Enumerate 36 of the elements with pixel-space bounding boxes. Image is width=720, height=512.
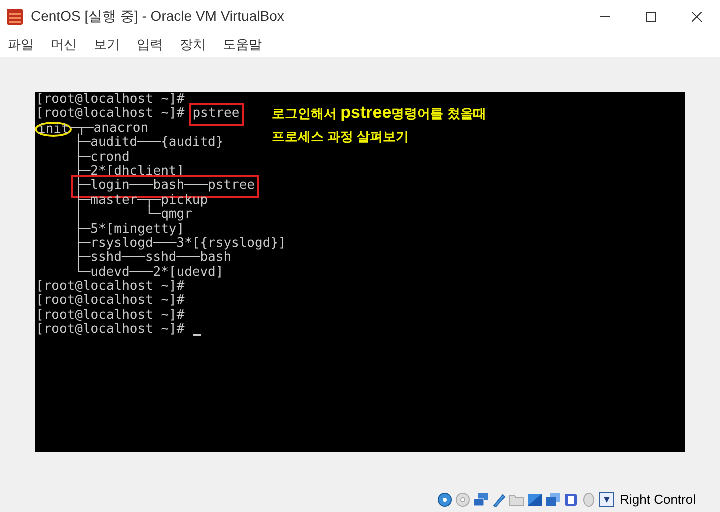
usb-plug-icon[interactable] <box>491 492 508 508</box>
terminal-line: ├─crond <box>75 150 130 165</box>
display-icon[interactable] <box>527 492 544 508</box>
terminal-line: ├─sshd───sshd───bash <box>75 251 232 266</box>
terminal-prompt: [root@localhost ~]# <box>36 93 185 107</box>
app-logo-icon <box>6 8 24 26</box>
annotation-text: 로그인해서 pstree명령어를 쳤을때 <box>272 104 486 122</box>
menu-item[interactable]: 도움말 <box>223 35 262 55</box>
close-icon <box>692 12 702 22</box>
terminal-prompt: [root@localhost ~]# <box>36 323 185 338</box>
menu-item[interactable]: 머신 <box>51 35 77 55</box>
menu-item[interactable]: 입력 <box>137 35 163 55</box>
terminal-line: ─┬─anacron <box>70 122 149 136</box>
hard-disk-icon[interactable] <box>437 492 454 508</box>
window-title: CentOS [실행 중] - Oracle VM VirtualBox <box>31 7 284 26</box>
terminal-prompt: [root@localhost ~]# <box>36 280 185 294</box>
terminal-line: ├─rsyslogd───3*[{rsyslogd}] <box>75 236 286 251</box>
terminal-line: ├─2*[dhclient] <box>75 164 185 179</box>
host-key-label: Right Control <box>620 490 696 509</box>
terminal-line: ├─5*[mingetty] <box>75 222 185 237</box>
circled-text: init <box>35 122 72 137</box>
arrow-down-icon[interactable] <box>599 492 616 508</box>
menu-item[interactable]: 파일 <box>8 35 34 55</box>
terminal-line: ├─auditd───{auditd} <box>75 136 224 150</box>
terminal-prompt: [root@localhost ~]# <box>36 294 185 309</box>
chip-icon[interactable] <box>563 492 580 508</box>
terminal-line: └─udevd───2*[udevd] <box>75 266 224 280</box>
terminal-line: │ └─qmgr <box>75 208 192 222</box>
maximize-icon <box>646 12 656 22</box>
windows-icon[interactable] <box>545 492 562 508</box>
annotation-text: 프로세스 과정 살펴보기 <box>272 128 410 146</box>
terminal-prompt: [root@localhost ~]# <box>36 107 185 122</box>
terminal-prompt: [root@localhost ~]# <box>36 308 185 323</box>
menu-item[interactable]: 보기 <box>94 35 120 55</box>
monitors-icon[interactable] <box>473 492 490 508</box>
menu-item[interactable]: 장치 <box>180 35 206 55</box>
